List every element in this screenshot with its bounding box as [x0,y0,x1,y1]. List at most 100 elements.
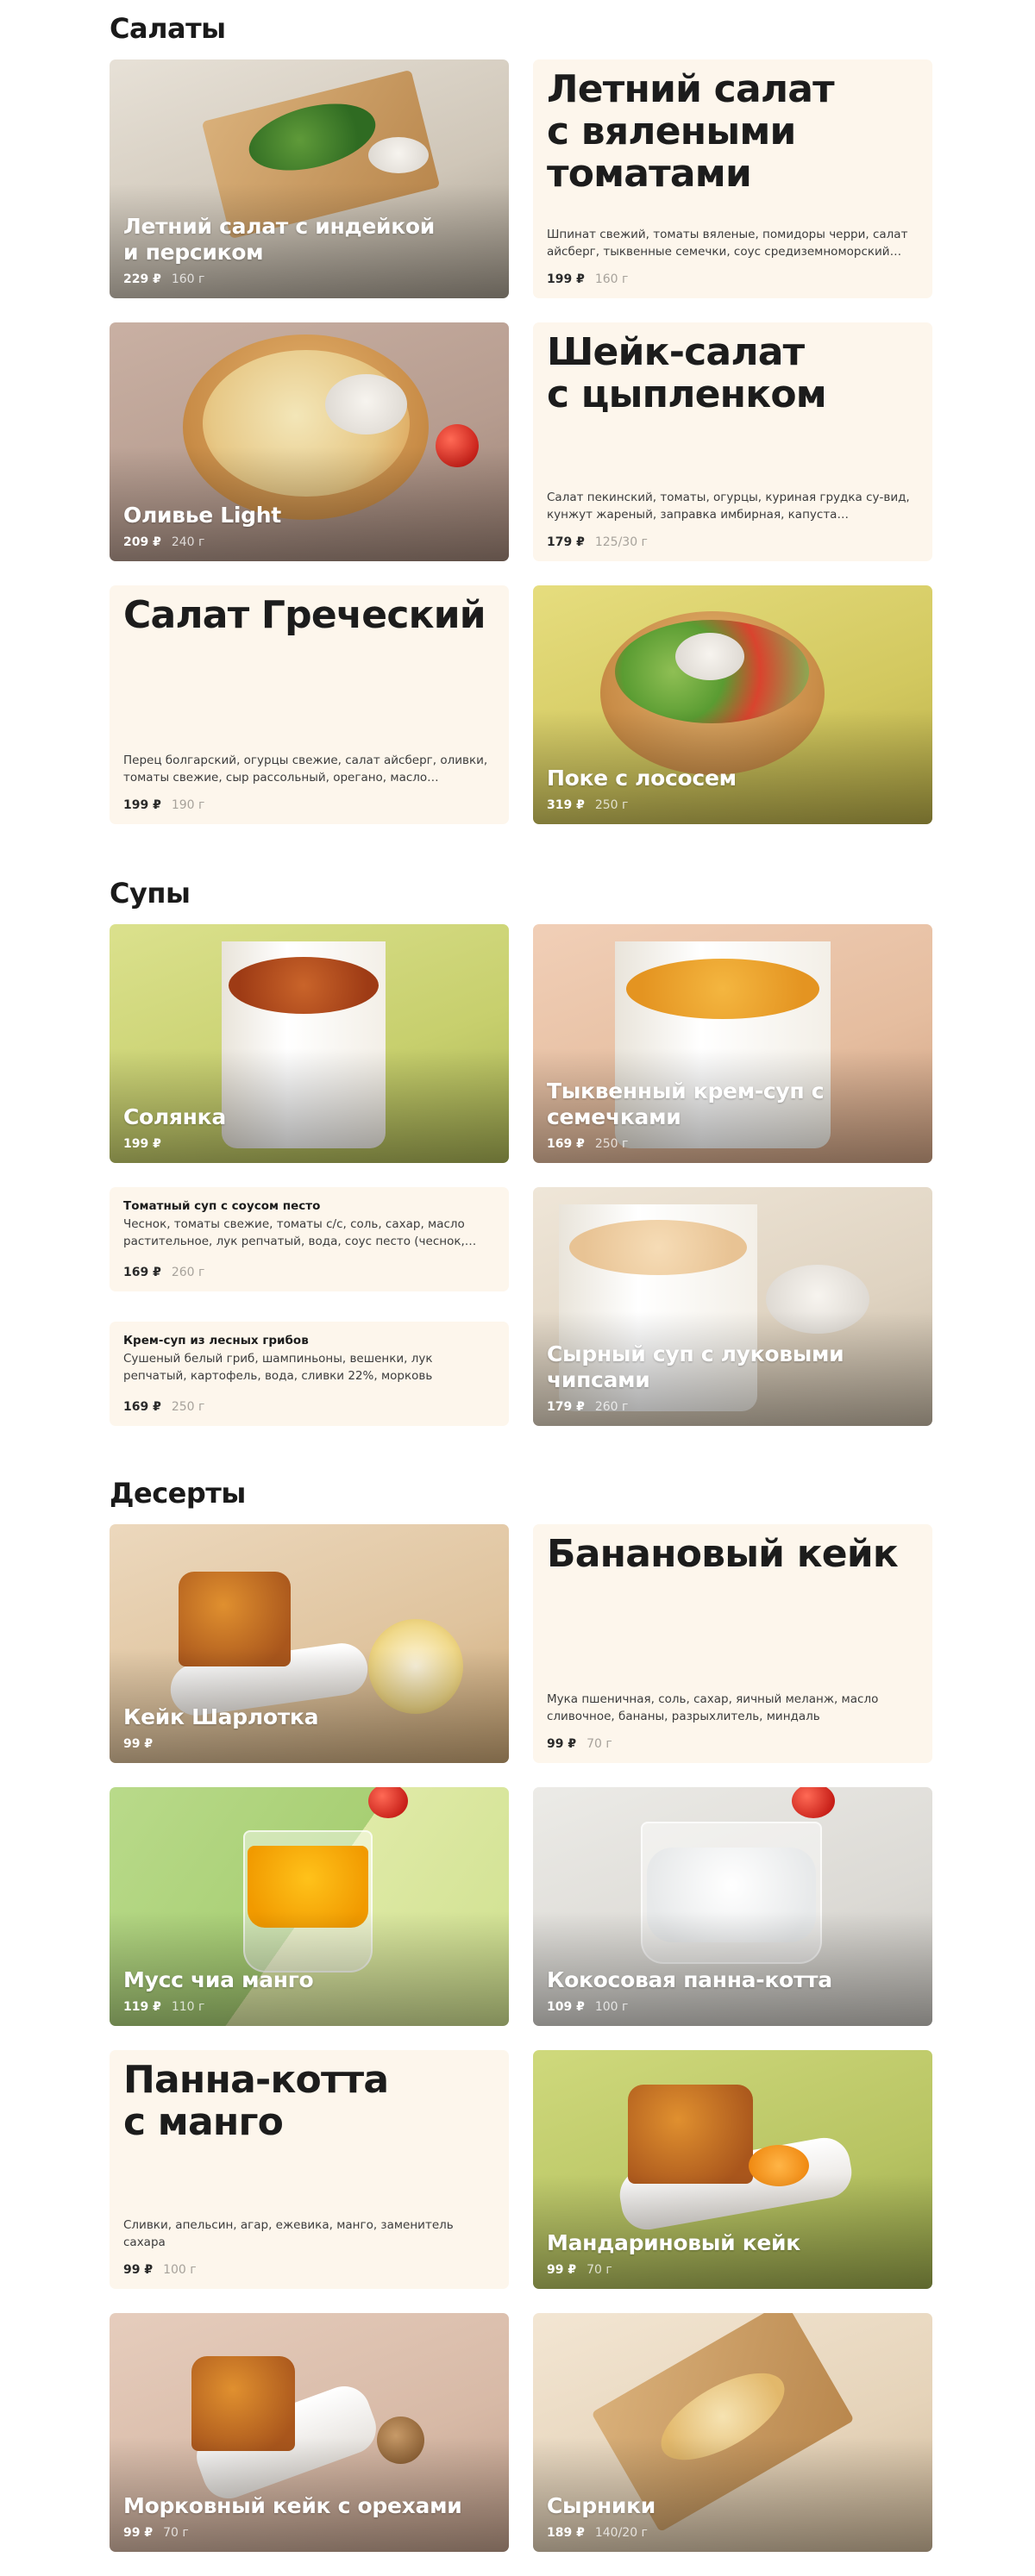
product-meta: 319 ₽ 250 г [547,798,919,812]
product-name: Панна-котта с манго [123,2058,389,2144]
product-price: 179 ₽ [547,535,585,549]
product-weight: 250 г [594,1137,629,1151]
product-weight: 70 г [586,2263,612,2277]
product-name: Мусс чиа манго [123,1967,314,1992]
product-meta: 229 ₽ 160 г [123,272,495,286]
product-card-chicken-shake-salad[interactable]: Шейк-салат с цыпленком Салат пекинский, … [533,322,932,561]
product-card-tangerine-cake[interactable]: Мандариновый кейк 99 ₽ 70 г [533,2050,932,2289]
product-info: Морковный кейк с орехами 99 ₽ 70 г [123,2493,495,2540]
product-weight: 160 г [171,272,205,286]
product-name: Мандариновый кейк [547,2230,800,2255]
product-description: Шпинат свежий, томаты вяленые, помидоры … [547,228,908,259]
sauce-cup-illustration [675,633,744,680]
product-meta: 169 ₽ 250 г [547,1137,919,1151]
product-weight: 190 г [171,798,205,812]
product-price: 199 ₽ [123,798,161,812]
menu-page: Салаты Летний салат с индейкой и персико… [0,0,1035,2576]
product-description: Салат пекинский, томаты, огурцы, куриная… [547,491,910,522]
product-price: 169 ₽ [123,1266,161,1279]
product-info: Тыквенный крем-суп с семечками 169 ₽ 250… [547,1079,919,1151]
product-name: Кокосовая панна-котта [547,1967,832,1992]
product-meta: 189 ₽ 140/20 г [547,2526,919,2540]
product-meta: 179 ₽ 125/30 г [547,535,648,549]
product-card-pumpkin-soup[interactable]: Тыквенный крем-суп с семечками 169 ₽ 250… [533,924,932,1163]
product-info: Сырники 189 ₽ 140/20 г [547,2493,919,2540]
product-info: Оливье Light 209 ₽ 240 г [123,503,495,549]
product-name: Летний салат с индейкой и персиком [123,214,436,265]
product-card-olivier-light[interactable]: Оливье Light 209 ₽ 240 г [110,322,509,561]
product-name: Поке с лососем [547,766,737,791]
section-title: Салаты [110,12,226,45]
product-name: Шейк-салат с цыпленком [547,330,827,416]
product-meta: 179 ₽ 260 г [547,1400,919,1414]
product-name: Томатный суп с соусом песто [123,1199,321,1213]
product-card-carrot-cake[interactable]: Морковный кейк с орехами 99 ₽ 70 г [110,2313,509,2552]
product-weight: 260 г [171,1266,205,1279]
cake-illustration [628,2085,753,2184]
product-price: 199 ₽ [123,1137,161,1151]
product-meta: 99 ₽ 70 г [547,1737,612,1751]
product-price: 189 ₽ [547,2526,585,2540]
product-price: 99 ₽ [123,1737,154,1751]
product-card-solyanka[interactable]: Солянка 199 ₽ [110,924,509,1163]
product-meta: 169 ₽ 260 г [123,1266,204,1279]
product-meta: 199 ₽ [123,1137,495,1151]
product-weight: 100 г [163,2263,197,2277]
product-meta: 109 ₽ 100 г [547,2000,919,2014]
product-weight: 100 г [594,2000,629,2014]
product-info: Сырный суп с луковыми чипсами 179 ₽ 260 … [547,1341,919,1414]
product-card-charlotte-cake[interactable]: Кейк Шарлотка 99 ₽ [110,1524,509,1763]
product-price: 99 ₽ [123,2263,154,2277]
product-card-tomato-pesto-soup[interactable]: Томатный суп с соусом песто Чеснок, тома… [110,1187,509,1291]
product-card-mango-chia-mousse[interactable]: Мусс чиа манго 119 ₽ 110 г [110,1787,509,2026]
product-card-mushroom-cream-soup[interactable]: Крем-суп из лесных грибов Сушеный белый … [110,1322,509,1426]
product-card-cheese-soup[interactable]: Сырный суп с луковыми чипсами 179 ₽ 260 … [533,1187,932,1426]
product-info: Летний салат с индейкой и персиком 229 ₽… [123,214,495,286]
product-price: 169 ₽ [547,1137,585,1151]
sauce-cup-illustration [368,137,429,173]
product-card-mango-panna-cotta[interactable]: Панна-котта с манго Сливки, апельсин, аг… [110,2050,509,2289]
product-name: Салат Греческий [123,593,486,637]
product-price: 319 ₽ [547,798,585,812]
product-meta: 99 ₽ [123,1737,495,1751]
product-info: Поке с лососем 319 ₽ 250 г [547,766,919,812]
product-description: Сушеный белый гриб, шампиньоны, вешенки,… [123,1352,433,1383]
product-card-syrniki[interactable]: Сырники 189 ₽ 140/20 г [533,2313,932,2552]
product-meta: 119 ₽ 110 г [123,2000,495,2014]
product-meta: 169 ₽ 250 г [123,1400,204,1414]
product-weight: 70 г [163,2526,189,2540]
product-meta: 199 ₽ 190 г [123,798,204,812]
product-card-salmon-poke[interactable]: Поке с лососем 319 ₽ 250 г [533,585,932,824]
product-meta: 199 ₽ 160 г [547,272,628,286]
product-description: Перец болгарский, огурцы свежие, салат а… [123,753,488,785]
product-description: Мука пшеничная, соль, сахар, яичный мела… [547,1692,879,1723]
cheese-soup-illustration [569,1220,747,1275]
product-weight: 240 г [171,535,205,549]
pumpkin-soup-illustration [626,959,819,1019]
product-price: 109 ₽ [547,2000,585,2014]
product-card-turkey-peach-salad[interactable]: Летний салат с индейкой и персиком 229 ₽… [110,59,509,298]
product-name: Морковный кейк с орехами [123,2493,462,2518]
product-weight: 250 г [594,798,629,812]
product-card-banana-cake[interactable]: Банановый кейк Мука пшеничная, соль, сах… [533,1524,932,1763]
product-price: 179 ₽ [547,1400,585,1414]
product-price: 99 ₽ [123,2526,154,2540]
product-weight: 70 г [586,1737,612,1751]
product-meta: 99 ₽ 70 г [123,2526,495,2540]
product-card-sun-dried-tomato-salad[interactable]: Летний салат с вялеными томатами Шпинат … [533,59,932,298]
product-weight: 110 г [171,2000,205,2014]
product-price: 99 ₽ [547,1737,577,1751]
product-name: Оливье Light [123,503,281,528]
product-card-greek-salad[interactable]: Салат Греческий Перец болгарский, огурцы… [110,585,509,824]
product-name: Кейк Шарлотка [123,1704,319,1729]
product-weight: 160 г [594,272,629,286]
product-meta: 209 ₽ 240 г [123,535,495,549]
product-card-coconut-panna-cotta[interactable]: Кокосовая панна-котта 109 ₽ 100 г [533,1787,932,2026]
product-info: Мусс чиа манго 119 ₽ 110 г [123,1967,495,2014]
product-price: 229 ₽ [123,272,161,286]
product-meta: 99 ₽ 70 г [547,2263,919,2277]
solyanka-illustration [229,957,379,1014]
sauce-cup-illustration [325,374,407,435]
product-info: Кейк Шарлотка 99 ₽ [123,1704,495,1751]
product-info: Кокосовая панна-котта 109 ₽ 100 г [547,1967,919,2014]
